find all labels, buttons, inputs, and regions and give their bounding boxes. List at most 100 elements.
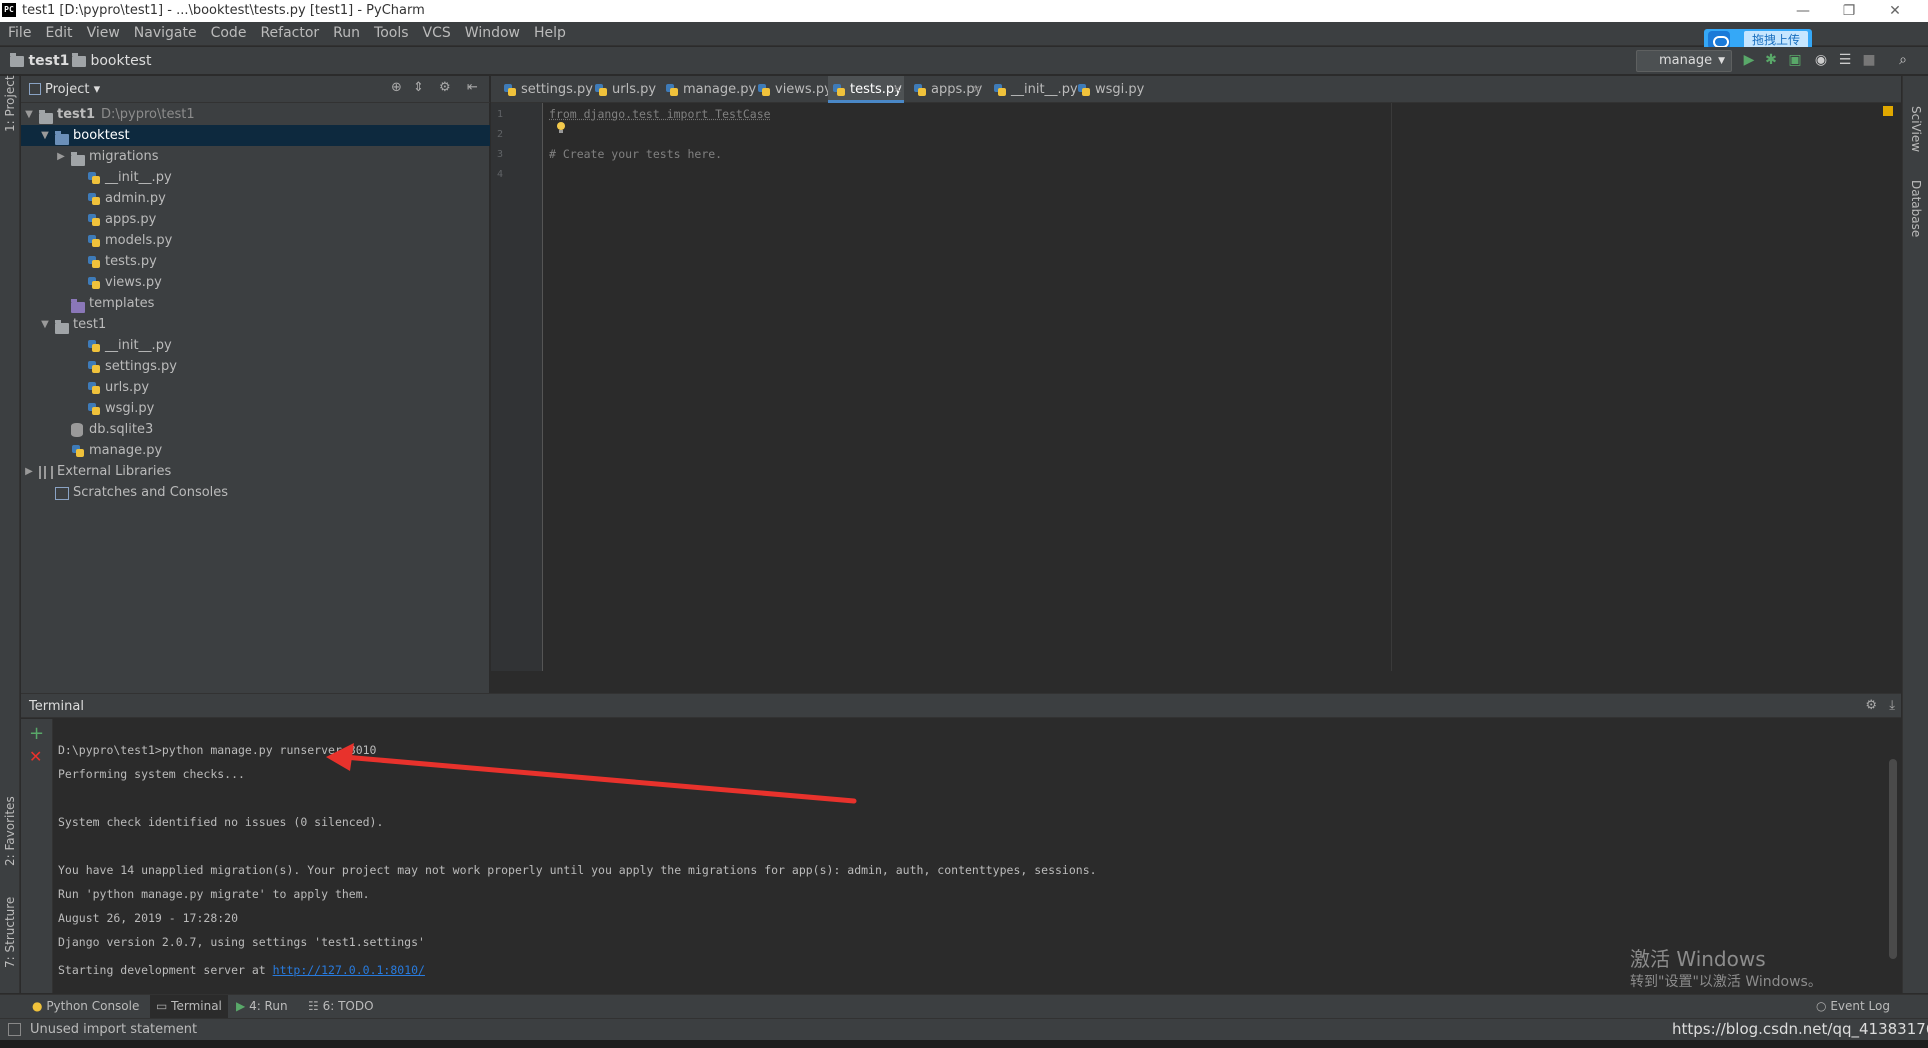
concurrency-icon[interactable]: ☰ [1836,51,1854,69]
event-log-tab[interactable]: ○ Event Log [1816,999,1890,1013]
menu-vcs[interactable]: VCS [415,22,457,41]
status-toggle-icon[interactable] [8,1023,21,1036]
tree-item[interactable]: wsgi.py [21,398,490,419]
tree-item[interactable]: tests.py [21,251,490,272]
chevron-down-icon[interactable]: ▼ [39,125,51,146]
menu-tools[interactable]: Tools [366,22,415,41]
sciview-tool-tab[interactable]: SciView [1909,106,1923,152]
chevron-right-icon[interactable]: ▶ [55,146,67,167]
tree-item-name: templates [89,296,155,311]
editor-tab-label: __init__.py [1011,82,1078,97]
project-tool-tab[interactable]: 1: Project [3,75,17,132]
chevron-down-icon[interactable]: ▼ [39,314,51,335]
python-icon: ● [32,999,43,1013]
editor-tab[interactable]: urls.py✕ [590,76,656,123]
tree-item[interactable]: models.py [21,230,490,251]
tree-item[interactable]: manage.py [21,440,490,461]
menu-navigate[interactable]: Navigate [126,22,203,41]
tree-item[interactable]: admin.py [21,188,490,209]
tree-item[interactable]: views.py [21,272,490,293]
editor-tab[interactable]: apps.py ✕ [909,76,983,103]
tree-item[interactable]: __init__.py [21,167,490,188]
chevron-right-icon[interactable]: ▶ [23,461,35,482]
editor-tab-label: views.py [775,82,832,97]
tree-item[interactable]: templates [21,293,490,314]
menu-file[interactable]: File [0,22,37,41]
menu-refactor[interactable]: Refactor [252,22,325,41]
pycharm-logo-icon: PC [2,3,16,17]
editor-tab[interactable]: __init__.py✕ [989,76,1078,123]
menu-window[interactable]: Window [457,22,526,41]
hide-panel-icon[interactable]: ⇤ [467,80,478,95]
tree-item[interactable]: ▼ test1 D:\pypro\test1 [21,104,490,125]
favorites-tool-tab[interactable]: 2: Favorites [3,796,17,866]
server-url-link[interactable]: http://127.0.0.1:8010/ [273,963,425,977]
profile-icon[interactable]: ◉ [1812,51,1830,69]
terminal-scrollbar[interactable] [1889,759,1897,959]
run-tab[interactable]: ▶ 4: Run [236,999,288,1013]
editor-tab[interactable]: wsgi.py✕ [1073,76,1145,123]
project-view-select[interactable]: Project ▾ [45,82,100,97]
tree-item[interactable]: __init__.py [21,335,490,356]
tree-item[interactable]: settings.py [21,356,490,377]
close-session-icon[interactable]: ✕ [29,747,42,766]
tree-item-label: manage.py [89,440,162,461]
tree-item-path: D:\pypro\test1 [101,107,195,122]
terminal-output[interactable]: D:\pypro\test1>python manage.py runserve… [54,719,1901,993]
tree-item-name: __init__.py [105,170,172,185]
editor-tab[interactable]: tests.py ✕ [828,76,904,103]
editor-tab[interactable]: views.py✕ [753,76,832,123]
run-icon: ▶ [236,999,246,1013]
search-icon[interactable]: ⌕ [1894,51,1912,69]
tree-item[interactable]: ▼ test1 [21,314,490,335]
todo-tab[interactable]: ☷ 6: TODO [308,999,374,1013]
right-margin-guide [1391,103,1392,671]
tree-item[interactable]: Scratches and Consoles [21,482,490,503]
minimize-button[interactable]: — [1780,0,1826,22]
coverage-icon[interactable]: ▣ [1786,51,1804,69]
stop-icon[interactable]: ■ [1860,51,1878,69]
hide-icon[interactable]: ⤓ [1889,698,1895,713]
run-icon[interactable]: ▶ [1740,51,1758,69]
tree-item-name: booktest [73,128,130,143]
terminal-tab[interactable]: ▭ Terminal [150,995,228,1018]
run-config-select[interactable]: manage [1636,50,1732,72]
gear-icon[interactable]: ⚙ [1865,698,1877,713]
database-tool-tab[interactable]: Database [1909,180,1923,237]
restore-button[interactable]: ❐ [1826,0,1872,22]
breadcrumb-booktest[interactable]: booktest [72,52,151,69]
editor-tab[interactable]: settings.py✕ [499,76,593,123]
tree-item[interactable]: ▶ External Libraries [21,461,490,482]
close-window-button[interactable]: ✕ [1872,0,1918,22]
terminal-title: Terminal [29,699,84,714]
menu-help[interactable]: Help [526,22,572,41]
tree-item[interactable]: ▶ migrations [21,146,490,167]
tree-item-label: settings.py [105,356,177,377]
tree-item[interactable]: apps.py [21,209,490,230]
python-console-tab[interactable]: ● Python Console [32,999,139,1013]
new-session-icon[interactable]: + [29,723,44,744]
right-tool-stripe: SciView Database [1902,76,1928,993]
structure-tool-tab[interactable]: 7: Structure [3,897,17,968]
warning-marker-icon[interactable] [1883,106,1893,116]
tree-item[interactable]: urls.py [21,377,490,398]
menu-code[interactable]: Code [203,22,253,41]
gear-icon[interactable]: ⚙ [439,80,451,95]
menu-edit[interactable]: Edit [37,22,78,41]
watermark-url: https://blog.csdn.net/qq_41383176 [1672,1020,1928,1038]
lightbulb-icon[interactable] [556,122,566,134]
breadcrumb-test1[interactable]: test1 [10,52,69,69]
editor-tab[interactable]: manage.py✕ [661,76,756,123]
menu-run[interactable]: Run [325,22,366,41]
debug-icon[interactable]: ✱ [1762,51,1780,69]
chevron-down-icon[interactable]: ▼ [23,104,35,125]
code-editor[interactable]: 1 2 3 4 from django.test import TestCase # C… [491,103,1901,671]
tree-item[interactable]: db.sqlite3 [21,419,490,440]
tree-item[interactable]: ▼ booktest [21,125,490,146]
locate-icon[interactable]: ⊕ [391,80,402,95]
menu-view[interactable]: View [79,22,126,41]
editor-tab-label: wsgi.py [1095,82,1145,97]
close-tab-icon[interactable]: ✕ [893,76,902,103]
close-tab-icon[interactable]: ✕ [972,76,981,103]
collapse-icon[interactable]: ⇕ [413,80,424,95]
